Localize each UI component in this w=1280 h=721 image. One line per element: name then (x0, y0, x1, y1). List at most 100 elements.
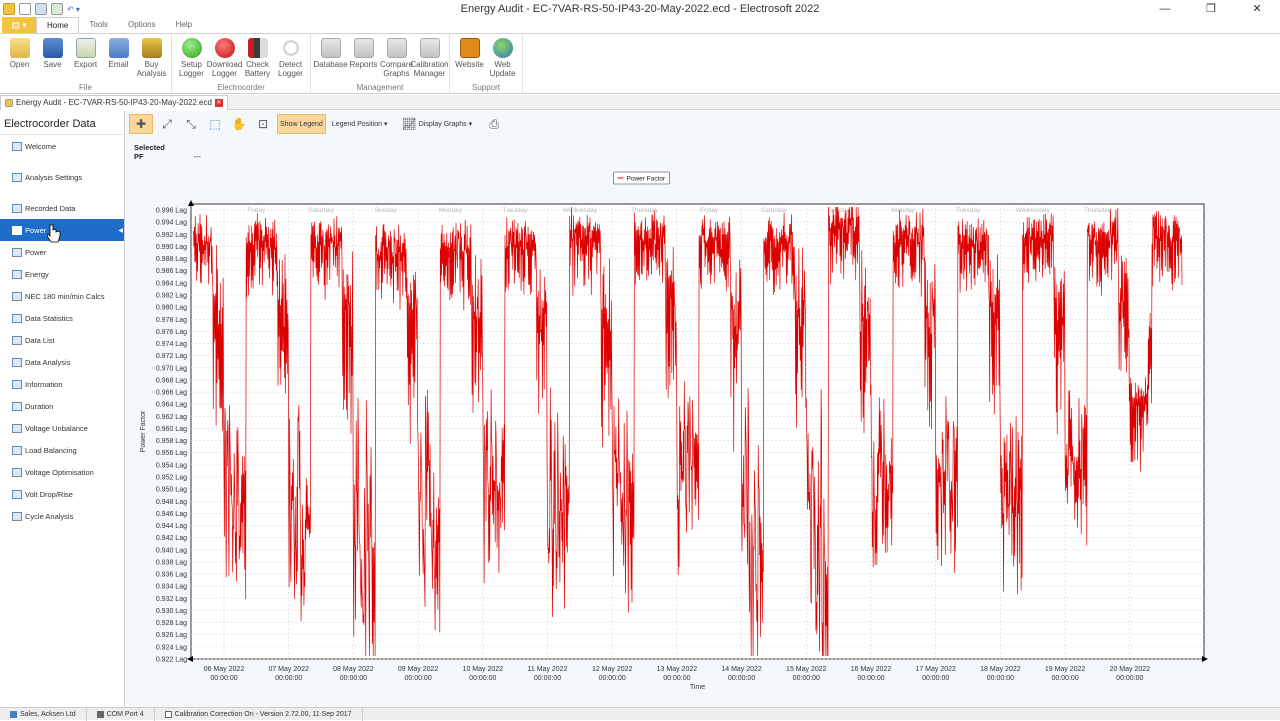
title-bar: ↶ ▾ Energy Audit - EC-7VAR-RS-50-IP43-20… (0, 0, 1280, 18)
zoom-fit-button[interactable]: ⊡ (253, 114, 273, 134)
sidebar-item-icon (12, 423, 22, 433)
y-tick-label: 0.974 Lag (156, 341, 187, 348)
x-tick-time: 00:00:00 (599, 675, 626, 682)
close-tab-icon[interactable]: ✕ (214, 98, 223, 107)
sidebar-item[interactable]: Load Balancing (0, 439, 124, 461)
power-factor-chart[interactable]: 0.996 Lag 0.994 Lag 0.992 Lag 0.990 Lag 0.98… (136, 166, 1226, 696)
chart-svg[interactable]: 0.996 Lag 0.994 Lag 0.992 Lag 0.990 Lag 0.98… (136, 166, 1226, 696)
print-button[interactable]: ⎙ (484, 114, 504, 134)
tab-home[interactable]: Home (36, 17, 80, 33)
document-tab[interactable]: Energy Audit - EC-7VAR-RS-50-IP43-20-May… (0, 94, 228, 110)
sidebar-item-icon (12, 141, 22, 151)
select-area-icon: ⬚ (209, 117, 221, 131)
zoom-out-button[interactable]: ⤡ (181, 114, 201, 134)
crosshair-icon: ✚ (135, 117, 147, 131)
show-legend-button[interactable]: Show Legend (277, 114, 326, 134)
x-tick-date: 16 May 2022 (851, 666, 892, 673)
ribbon-button-label: Buy Analysis (136, 60, 167, 78)
y-tick-label: 0.950 Lag (156, 487, 187, 494)
ribbon-button-label: Setup Logger (179, 60, 204, 78)
sidebar-item[interactable]: Data List (0, 329, 124, 351)
sidebar-item[interactable]: Voltage Optimisation (0, 461, 124, 483)
zoom-in-button[interactable]: ⤢ (157, 114, 177, 134)
file-menu-button[interactable]: ▤ ▾ (2, 17, 36, 33)
orange-icon (459, 38, 480, 58)
sidebar-item-label: Power (25, 247, 47, 257)
sidebar-item[interactable]: Analysis Settings (0, 166, 124, 188)
restore-button[interactable]: ❐ (1188, 0, 1234, 18)
y-tick-label: 0.958 Lag (156, 438, 187, 445)
close-button[interactable]: ✕ (1234, 0, 1280, 18)
day-label: Monday (439, 207, 463, 214)
sidebar-item-icon (12, 489, 22, 499)
y-tick-label: 0.926 Lag (156, 632, 187, 639)
ribbon: Open Save Export Email Buy Analysis File Setup… (0, 34, 1280, 94)
legend-position-dropdown[interactable]: Legend Position ▾ (330, 114, 390, 134)
sidebar-item[interactable]: Power (0, 241, 124, 263)
day-label: Saturday (761, 207, 788, 214)
y-tick-label: 0.944 Lag (156, 523, 187, 530)
sidebar-item[interactable]: NEC 180 min/min Calcs (0, 285, 124, 307)
graph-toolbar: ✚ ⤢ ⤡ ⬚ ✋ ⊡ Show Legend Legend Position ▾… (126, 111, 1280, 137)
y-tick-label: 0.982 Lag (156, 293, 187, 300)
gray-icon (419, 38, 440, 58)
tab-tools[interactable]: Tools (79, 17, 118, 33)
sidebar-item[interactable]: Data Statistics (0, 307, 124, 329)
user-icon (10, 710, 17, 718)
sidebar-item[interactable]: Volt Drop/Rise (0, 483, 124, 505)
day-label: Thursday (1084, 207, 1112, 214)
y-tick-label: 0.940 Lag (156, 547, 187, 554)
gray-icon (353, 38, 374, 58)
sidebar-item[interactable]: Welcome (0, 135, 124, 157)
tab-help[interactable]: Help (166, 17, 202, 33)
sidebar-item-label: Duration (25, 401, 54, 411)
ribbon-button-label: Check Battery (244, 60, 271, 78)
x-tick-time: 00:00:00 (404, 675, 431, 682)
open-icon (9, 38, 30, 58)
y-tick-label: 0.980 Lag (156, 305, 187, 312)
sidebar-item-icon (12, 511, 22, 521)
day-label: Tuesday (956, 207, 981, 214)
hand-icon: ✋ (231, 117, 247, 131)
y-axis-title: Power Factor (140, 410, 147, 452)
x-tick-time: 00:00:00 (534, 675, 561, 682)
sidebar-item-label: Analysis Settings (25, 172, 83, 182)
x-tick-date: 18 May 2022 (980, 666, 1021, 673)
x-tick-date: 12 May 2022 (592, 666, 633, 673)
pan-button[interactable]: ✋ (229, 114, 249, 134)
y-tick-label: 0.962 Lag (156, 414, 187, 421)
sidebar-item-icon (12, 225, 22, 235)
display-graphs-dropdown[interactable]: 📈︎ Display Graphs ▾ (400, 114, 475, 134)
search-icon (280, 38, 301, 58)
day-label: Tuesday (503, 207, 528, 214)
sidebar-item-label: Energy (25, 269, 49, 279)
sidebar-item[interactable]: Recorded Data (0, 197, 124, 219)
line-graph-icon: 📈︎ (401, 117, 417, 131)
x-tick-date: 06 May 2022 (204, 666, 245, 673)
sidebar-title: Electrocorder Data (0, 111, 124, 135)
ribbon-button-label: Compare Graphs (380, 60, 413, 78)
sidebar-item[interactable]: Cycle Analysis (0, 505, 124, 527)
sidebar-item[interactable]: Duration (0, 395, 124, 417)
sidebar-item[interactable]: Power ◀ (0, 219, 124, 241)
y-tick-label: 0.984 Lag (156, 280, 187, 287)
ribbon-group-2: Database Reports Compare Graphs Calibration… (311, 34, 450, 94)
crosshair-button[interactable]: ✚ (129, 114, 153, 134)
x-tick-time: 00:00:00 (793, 675, 820, 682)
minimize-button[interactable]: — (1142, 0, 1188, 18)
ribbon-group-label: Support (471, 83, 501, 92)
x-tick-time: 00:00:00 (663, 675, 690, 682)
buy-icon (141, 38, 162, 58)
selected-key: PF (134, 152, 144, 161)
sidebar-item[interactable]: Energy (0, 263, 124, 285)
x-tick-date: 13 May 2022 (657, 666, 698, 673)
sidebar-item[interactable]: Data Analysis (0, 351, 124, 373)
select-area-button[interactable]: ⬚ (205, 114, 225, 134)
sidebar-item[interactable]: Voltage Unbalance (0, 417, 124, 439)
y-tick-label: 0.922 Lag (156, 657, 187, 664)
x-tick-date: 10 May 2022 (463, 666, 504, 673)
tab-options[interactable]: Options (118, 17, 166, 33)
ribbon-tabs: ▤ ▾ Home Tools Options Help (0, 17, 1280, 34)
x-axis-arrow-left (187, 656, 193, 662)
sidebar-item[interactable]: Information (0, 373, 124, 395)
